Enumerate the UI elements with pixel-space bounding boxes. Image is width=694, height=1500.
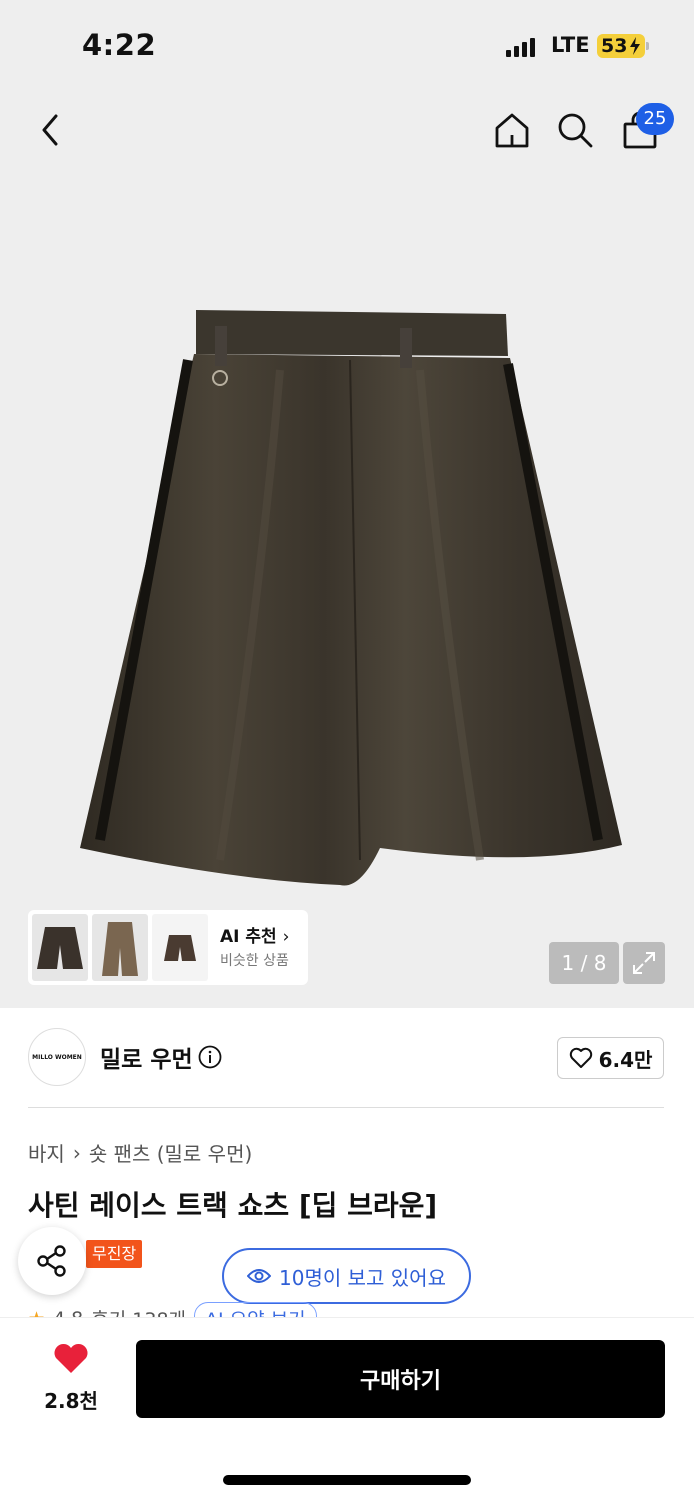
back-button[interactable] xyxy=(28,108,72,152)
divider xyxy=(28,1107,664,1108)
search-icon xyxy=(558,113,593,148)
info-icon[interactable] xyxy=(198,1045,222,1069)
brand-name[interactable]: 밀로 우먼 xyxy=(100,1040,193,1074)
status-bar: 4:22 LTE 53 xyxy=(0,0,694,90)
shipping-tag: 무진장 xyxy=(86,1240,143,1268)
product-image[interactable] xyxy=(70,300,640,900)
thumbnail-item[interactable] xyxy=(92,914,148,981)
battery-level: 53 xyxy=(601,35,628,57)
search-button[interactable] xyxy=(553,108,597,152)
share-icon xyxy=(37,1245,66,1277)
brand-like-count: 6.4만 xyxy=(598,1047,653,1072)
chevron-right-icon: › xyxy=(282,927,290,947)
review-count[interactable]: 후기 138개 xyxy=(91,1305,186,1318)
network-label: LTE xyxy=(551,33,590,57)
ai-recommend-label: AI 추천 xyxy=(220,927,277,947)
buy-button[interactable]: 구매하기 xyxy=(136,1340,665,1418)
status-time: 4:22 xyxy=(82,28,157,62)
rating-score: 4.8 xyxy=(53,1308,83,1319)
heart-outline-icon xyxy=(569,1047,592,1068)
eye-icon xyxy=(247,1269,272,1283)
thumbnail-shorts-image xyxy=(102,921,138,976)
wishlist-count: 2.8천 xyxy=(44,1389,98,1413)
brand-logo-text: MILLO WOMEN xyxy=(32,1053,82,1061)
image-counter: 1 / 8 xyxy=(549,942,619,984)
star-icon: ★ xyxy=(28,1308,45,1319)
cart-count-badge: 25 xyxy=(636,103,674,135)
breadcrumb: 바지 › 숏 팬츠 (밀로 우먼) xyxy=(28,1138,252,1167)
brand-like-button[interactable]: 6.4만 xyxy=(557,1037,664,1079)
chevron-left-icon xyxy=(42,114,58,146)
expand-button[interactable] xyxy=(623,942,665,984)
battery-tip xyxy=(646,42,649,50)
breadcrumb-subcategory[interactable]: 숏 팬츠 (밀로 우먼) xyxy=(89,1138,252,1167)
heart-filled-icon xyxy=(54,1343,88,1373)
expand-icon xyxy=(633,952,655,974)
rating-row: ★ 4.8 후기 138개 AI 요약 보기 xyxy=(28,1302,668,1318)
thumbnail-item[interactable] xyxy=(152,914,208,981)
home-icon xyxy=(495,113,529,148)
ai-recommend-link[interactable]: AI 추천 › xyxy=(220,922,289,947)
home-button[interactable] xyxy=(490,108,534,152)
signal-icon xyxy=(506,37,536,57)
home-indicator xyxy=(223,1475,471,1485)
chevron-right-icon: › xyxy=(72,1140,81,1165)
battery-icon: 53 xyxy=(597,34,645,58)
thumbnail-item[interactable] xyxy=(32,914,88,981)
charging-bolt-icon xyxy=(630,37,640,55)
ai-summary-button[interactable]: AI 요약 보기 xyxy=(194,1302,317,1318)
thumbnail-shorts-image xyxy=(37,926,83,969)
breadcrumb-category[interactable]: 바지 xyxy=(28,1138,65,1167)
thumbnail-strip: AI 추천 › 비슷한 상품 xyxy=(28,910,308,985)
product-title: 사틴 레이스 트랙 쇼츠 [딥 브라운] xyxy=(28,1189,438,1222)
ai-recommend-subtitle: 비슷한 상품 xyxy=(220,953,289,969)
wishlist-button[interactable]: 2.8천 xyxy=(32,1343,110,1413)
brand-logo[interactable]: MILLO WOMEN xyxy=(28,1028,86,1086)
viewers-text: 10명이 보고 있어요 xyxy=(279,1265,446,1290)
product-gallery[interactable]: 4:22 LTE 53 25 AI 추천 › 비슷한 상품 1 / 8 xyxy=(0,0,694,1008)
thumbnail-shorts-image xyxy=(164,934,196,961)
share-button[interactable] xyxy=(18,1227,86,1295)
viewers-badge: 10명이 보고 있어요 xyxy=(222,1248,471,1304)
